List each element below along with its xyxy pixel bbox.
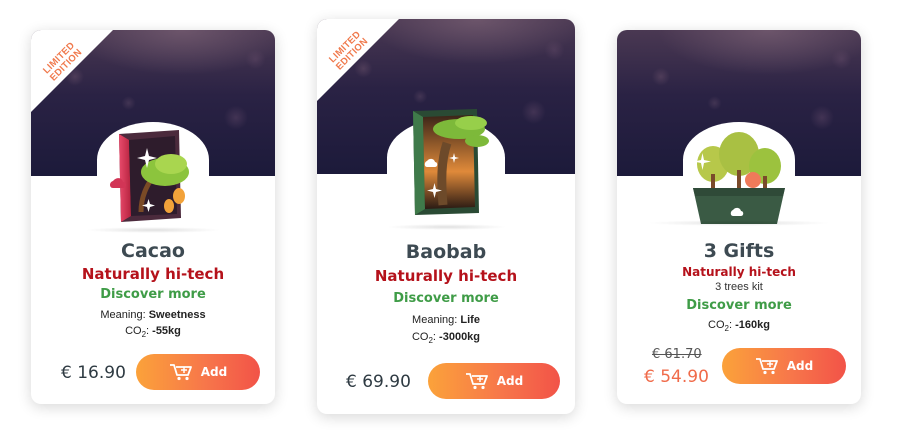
- product-co2: CO2: -160kg: [708, 319, 770, 334]
- product-tagline: Naturally hi-tech: [682, 265, 796, 279]
- add-button-label: Add: [200, 365, 228, 379]
- sale-price: € 54.90: [644, 367, 709, 387]
- add-to-cart-button[interactable]: Add: [722, 348, 846, 384]
- product-co2: CO2: -3000kg: [411, 331, 481, 346]
- cart-icon: [755, 358, 778, 375]
- cart-icon: [465, 373, 488, 390]
- product-shadow: [387, 224, 507, 230]
- product-meaning: Meaning: Life: [412, 314, 480, 326]
- add-button-label: Add: [496, 374, 524, 388]
- add-to-cart-button[interactable]: Add: [136, 354, 260, 390]
- cart-icon: [169, 364, 192, 381]
- cacao-tree-box-icon[interactable]: [101, 126, 201, 226]
- product-card-3-gifts: 3 Gifts Naturally hi-tech 3 trees kit Di…: [617, 30, 861, 404]
- product-tagline: Naturally hi-tech: [374, 267, 518, 285]
- product-card-cacao: LIMITED EDITION Cacao Naturally hi-tech …: [31, 30, 275, 404]
- product-meaning: Meaning: Sweetness: [100, 309, 206, 321]
- product-shadow: [647, 220, 831, 226]
- product-name: Baobab: [405, 241, 487, 263]
- product-price: € 69.90: [346, 372, 411, 392]
- product-subtitle: 3 trees kit: [715, 281, 763, 293]
- discover-more-link[interactable]: Discover more: [317, 291, 575, 306]
- gift-trees-kit-icon[interactable]: [683, 130, 795, 226]
- product-price: € 16.90: [61, 363, 126, 383]
- product-name: 3 Gifts: [703, 240, 775, 262]
- product-co2: CO2: -55kg: [125, 325, 181, 340]
- add-button-label: Add: [786, 359, 814, 373]
- baobab-tree-box-icon[interactable]: [397, 101, 497, 221]
- discover-more-link[interactable]: Discover more: [617, 298, 861, 313]
- product-name: Cacao: [121, 240, 185, 262]
- discover-more-link[interactable]: Discover more: [31, 287, 275, 302]
- original-price: € 61.70: [652, 347, 702, 362]
- product-card-baobab: LIMITED EDITION Baobab Naturally hi-tech…: [317, 19, 575, 414]
- product-tagline: Naturally hi-tech: [81, 265, 225, 283]
- add-to-cart-button[interactable]: Add: [428, 363, 560, 399]
- product-shadow: [85, 227, 221, 233]
